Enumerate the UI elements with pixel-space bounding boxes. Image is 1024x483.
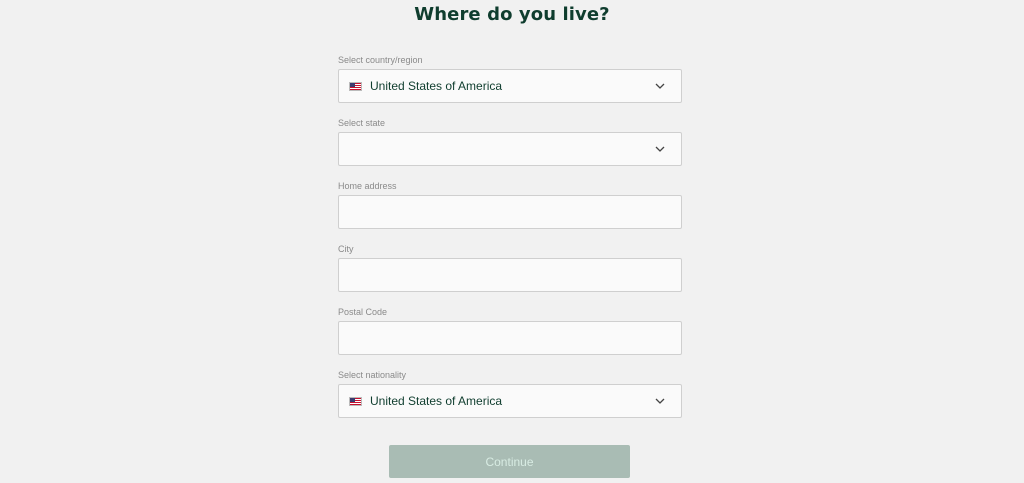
country-select-value: United States of America	[349, 70, 502, 102]
city-input-box	[338, 258, 682, 292]
address-field: Home address	[338, 180, 682, 229]
us-flag-icon	[349, 396, 362, 406]
nationality-select-value: United States of America	[349, 385, 502, 417]
postal-label: Postal Code	[338, 307, 388, 317]
chevron-down-icon	[655, 83, 665, 89]
city-input[interactable]	[339, 259, 681, 291]
nationality-field: Select nationality United States of Amer…	[338, 369, 682, 418]
state-select[interactable]	[338, 132, 682, 166]
country-field: Select country/region United States of A…	[338, 54, 682, 103]
country-label: Select country/region	[338, 55, 423, 65]
nationality-label: Select nationality	[338, 370, 407, 380]
page-title: Where do you live?	[414, 4, 610, 25]
address-label: Home address	[338, 181, 397, 191]
city-field: City	[338, 243, 682, 292]
continue-button[interactable]: Continue	[389, 445, 630, 478]
postal-field: Postal Code	[338, 306, 682, 355]
postal-code-input[interactable]	[339, 322, 681, 354]
chevron-down-icon	[655, 146, 665, 152]
address-input[interactable]	[339, 196, 681, 228]
address-input-box	[338, 195, 682, 229]
postal-input-box	[338, 321, 682, 355]
nationality-select[interactable]: United States of America	[338, 384, 682, 418]
nationality-value-text: United States of America	[370, 394, 503, 408]
state-label: Select state	[338, 118, 386, 128]
country-value-text: United States of America	[370, 79, 503, 93]
city-label: City	[338, 244, 354, 254]
state-field: Select state	[338, 117, 682, 166]
chevron-down-icon	[655, 398, 665, 404]
country-select[interactable]: United States of America	[338, 69, 682, 103]
us-flag-icon	[349, 81, 362, 91]
